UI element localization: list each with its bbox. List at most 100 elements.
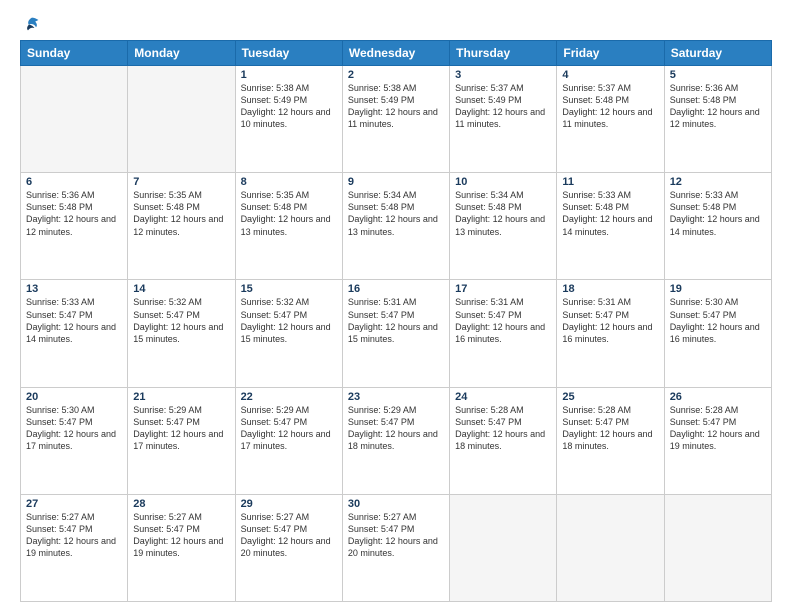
day-detail: Sunrise: 5:34 AM Sunset: 5:48 PM Dayligh…	[348, 189, 444, 238]
calendar-cell: 8Sunrise: 5:35 AM Sunset: 5:48 PM Daylig…	[235, 173, 342, 280]
day-detail: Sunrise: 5:36 AM Sunset: 5:48 PM Dayligh…	[26, 189, 122, 238]
weekday-header-monday: Monday	[128, 41, 235, 66]
day-number: 18	[562, 283, 658, 295]
calendar-week-row: 13Sunrise: 5:33 AM Sunset: 5:47 PM Dayli…	[21, 280, 772, 387]
day-detail: Sunrise: 5:27 AM Sunset: 5:47 PM Dayligh…	[241, 511, 337, 560]
calendar-cell: 30Sunrise: 5:27 AM Sunset: 5:47 PM Dayli…	[342, 494, 449, 601]
weekday-header-tuesday: Tuesday	[235, 41, 342, 66]
day-number: 20	[26, 391, 122, 403]
day-number: 3	[455, 69, 551, 81]
calendar-week-row: 27Sunrise: 5:27 AM Sunset: 5:47 PM Dayli…	[21, 494, 772, 601]
calendar-cell: 29Sunrise: 5:27 AM Sunset: 5:47 PM Dayli…	[235, 494, 342, 601]
day-number: 12	[670, 176, 766, 188]
day-detail: Sunrise: 5:37 AM Sunset: 5:48 PM Dayligh…	[562, 82, 658, 131]
calendar-cell: 22Sunrise: 5:29 AM Sunset: 5:47 PM Dayli…	[235, 387, 342, 494]
page: SundayMondayTuesdayWednesdayThursdayFrid…	[0, 0, 792, 612]
calendar-cell: 7Sunrise: 5:35 AM Sunset: 5:48 PM Daylig…	[128, 173, 235, 280]
day-number: 24	[455, 391, 551, 403]
day-detail: Sunrise: 5:28 AM Sunset: 5:47 PM Dayligh…	[670, 404, 766, 453]
day-number: 26	[670, 391, 766, 403]
day-number: 14	[133, 283, 229, 295]
calendar-week-row: 20Sunrise: 5:30 AM Sunset: 5:47 PM Dayli…	[21, 387, 772, 494]
day-number: 25	[562, 391, 658, 403]
day-detail: Sunrise: 5:38 AM Sunset: 5:49 PM Dayligh…	[348, 82, 444, 131]
day-number: 6	[26, 176, 122, 188]
day-detail: Sunrise: 5:32 AM Sunset: 5:47 PM Dayligh…	[133, 296, 229, 345]
calendar-cell: 12Sunrise: 5:33 AM Sunset: 5:48 PM Dayli…	[664, 173, 771, 280]
day-detail: Sunrise: 5:33 AM Sunset: 5:48 PM Dayligh…	[670, 189, 766, 238]
day-detail: Sunrise: 5:32 AM Sunset: 5:47 PM Dayligh…	[241, 296, 337, 345]
calendar-cell: 13Sunrise: 5:33 AM Sunset: 5:47 PM Dayli…	[21, 280, 128, 387]
calendar-table: SundayMondayTuesdayWednesdayThursdayFrid…	[20, 40, 772, 602]
day-detail: Sunrise: 5:36 AM Sunset: 5:48 PM Dayligh…	[670, 82, 766, 131]
calendar-cell: 21Sunrise: 5:29 AM Sunset: 5:47 PM Dayli…	[128, 387, 235, 494]
calendar-cell	[450, 494, 557, 601]
day-detail: Sunrise: 5:33 AM Sunset: 5:47 PM Dayligh…	[26, 296, 122, 345]
calendar-week-row: 1Sunrise: 5:38 AM Sunset: 5:49 PM Daylig…	[21, 66, 772, 173]
calendar-cell: 28Sunrise: 5:27 AM Sunset: 5:47 PM Dayli…	[128, 494, 235, 601]
calendar-cell: 16Sunrise: 5:31 AM Sunset: 5:47 PM Dayli…	[342, 280, 449, 387]
day-detail: Sunrise: 5:38 AM Sunset: 5:49 PM Dayligh…	[241, 82, 337, 131]
day-number: 17	[455, 283, 551, 295]
calendar-cell: 14Sunrise: 5:32 AM Sunset: 5:47 PM Dayli…	[128, 280, 235, 387]
calendar-cell	[557, 494, 664, 601]
day-number: 30	[348, 498, 444, 510]
weekday-header-friday: Friday	[557, 41, 664, 66]
day-number: 19	[670, 283, 766, 295]
calendar-cell: 18Sunrise: 5:31 AM Sunset: 5:47 PM Dayli…	[557, 280, 664, 387]
day-number: 15	[241, 283, 337, 295]
day-detail: Sunrise: 5:30 AM Sunset: 5:47 PM Dayligh…	[670, 296, 766, 345]
day-number: 11	[562, 176, 658, 188]
calendar-cell: 10Sunrise: 5:34 AM Sunset: 5:48 PM Dayli…	[450, 173, 557, 280]
day-detail: Sunrise: 5:29 AM Sunset: 5:47 PM Dayligh…	[133, 404, 229, 453]
day-detail: Sunrise: 5:31 AM Sunset: 5:47 PM Dayligh…	[455, 296, 551, 345]
day-detail: Sunrise: 5:33 AM Sunset: 5:48 PM Dayligh…	[562, 189, 658, 238]
day-detail: Sunrise: 5:35 AM Sunset: 5:48 PM Dayligh…	[133, 189, 229, 238]
weekday-header-thursday: Thursday	[450, 41, 557, 66]
day-detail: Sunrise: 5:35 AM Sunset: 5:48 PM Dayligh…	[241, 189, 337, 238]
calendar-cell: 1Sunrise: 5:38 AM Sunset: 5:49 PM Daylig…	[235, 66, 342, 173]
calendar-cell: 11Sunrise: 5:33 AM Sunset: 5:48 PM Dayli…	[557, 173, 664, 280]
day-number: 1	[241, 69, 337, 81]
day-detail: Sunrise: 5:31 AM Sunset: 5:47 PM Dayligh…	[562, 296, 658, 345]
day-number: 16	[348, 283, 444, 295]
calendar-cell: 4Sunrise: 5:37 AM Sunset: 5:48 PM Daylig…	[557, 66, 664, 173]
day-detail: Sunrise: 5:29 AM Sunset: 5:47 PM Dayligh…	[241, 404, 337, 453]
day-number: 29	[241, 498, 337, 510]
day-detail: Sunrise: 5:30 AM Sunset: 5:47 PM Dayligh…	[26, 404, 122, 453]
calendar-cell: 3Sunrise: 5:37 AM Sunset: 5:49 PM Daylig…	[450, 66, 557, 173]
day-number: 2	[348, 69, 444, 81]
day-number: 8	[241, 176, 337, 188]
weekday-header-wednesday: Wednesday	[342, 41, 449, 66]
calendar-cell: 2Sunrise: 5:38 AM Sunset: 5:49 PM Daylig…	[342, 66, 449, 173]
day-detail: Sunrise: 5:27 AM Sunset: 5:47 PM Dayligh…	[348, 511, 444, 560]
calendar-cell: 15Sunrise: 5:32 AM Sunset: 5:47 PM Dayli…	[235, 280, 342, 387]
day-detail: Sunrise: 5:28 AM Sunset: 5:47 PM Dayligh…	[562, 404, 658, 453]
calendar-cell: 25Sunrise: 5:28 AM Sunset: 5:47 PM Dayli…	[557, 387, 664, 494]
day-number: 4	[562, 69, 658, 81]
header	[20, 16, 772, 32]
day-number: 5	[670, 69, 766, 81]
day-detail: Sunrise: 5:37 AM Sunset: 5:49 PM Dayligh…	[455, 82, 551, 131]
day-number: 28	[133, 498, 229, 510]
calendar-cell	[664, 494, 771, 601]
calendar-week-row: 6Sunrise: 5:36 AM Sunset: 5:48 PM Daylig…	[21, 173, 772, 280]
calendar-cell: 26Sunrise: 5:28 AM Sunset: 5:47 PM Dayli…	[664, 387, 771, 494]
logo-bird-icon	[24, 16, 40, 32]
day-detail: Sunrise: 5:27 AM Sunset: 5:47 PM Dayligh…	[26, 511, 122, 560]
day-number: 10	[455, 176, 551, 188]
calendar-cell: 27Sunrise: 5:27 AM Sunset: 5:47 PM Dayli…	[21, 494, 128, 601]
calendar-cell: 17Sunrise: 5:31 AM Sunset: 5:47 PM Dayli…	[450, 280, 557, 387]
day-number: 27	[26, 498, 122, 510]
day-number: 9	[348, 176, 444, 188]
weekday-header-saturday: Saturday	[664, 41, 771, 66]
day-number: 22	[241, 391, 337, 403]
day-detail: Sunrise: 5:34 AM Sunset: 5:48 PM Dayligh…	[455, 189, 551, 238]
calendar-cell	[21, 66, 128, 173]
day-number: 13	[26, 283, 122, 295]
day-detail: Sunrise: 5:31 AM Sunset: 5:47 PM Dayligh…	[348, 296, 444, 345]
day-number: 23	[348, 391, 444, 403]
day-detail: Sunrise: 5:29 AM Sunset: 5:47 PM Dayligh…	[348, 404, 444, 453]
calendar-cell	[128, 66, 235, 173]
day-detail: Sunrise: 5:28 AM Sunset: 5:47 PM Dayligh…	[455, 404, 551, 453]
